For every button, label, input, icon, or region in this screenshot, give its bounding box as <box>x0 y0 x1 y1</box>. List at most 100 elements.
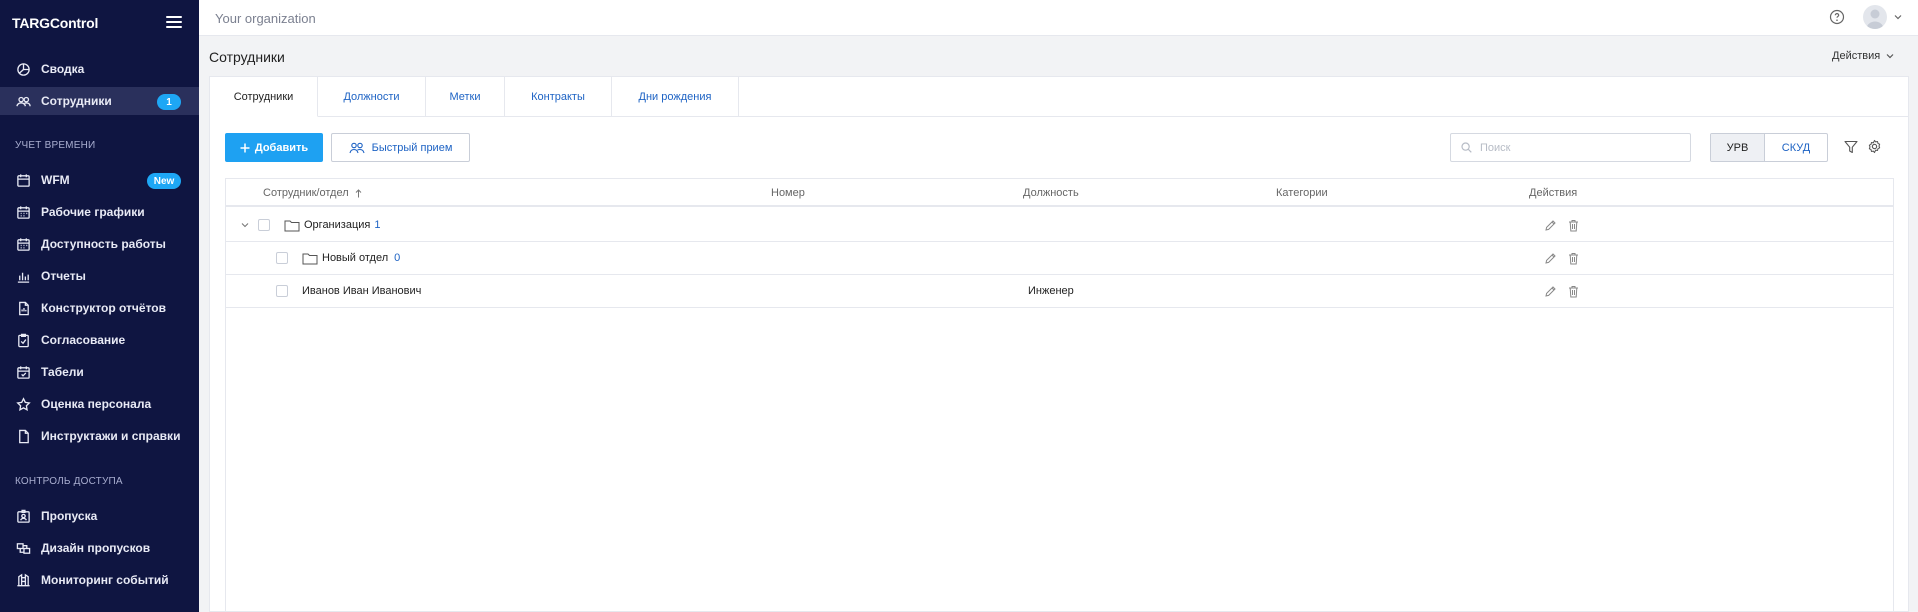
column-header-actions: Действия <box>1529 187 1578 199</box>
calendar-icon <box>15 172 31 188</box>
quick-hire-button[interactable]: Быстрый прием <box>331 133 470 162</box>
actions-dropdown[interactable]: Действия <box>1832 50 1894 62</box>
row-checkbox[interactable] <box>276 285 288 297</box>
sidebar-item-label: Мониторинг событий <box>41 573 169 587</box>
users-icon <box>15 93 31 109</box>
tab-birthdays[interactable]: Дни рождения <box>612 77 739 117</box>
section-label-time: УЧЕТ ВРЕМЕНИ <box>15 140 96 151</box>
calendar-grid-icon <box>15 236 31 252</box>
user-avatar[interactable] <box>1863 5 1887 29</box>
search-box[interactable] <box>1450 133 1691 162</box>
sidebar-item-label: Рабочие графики <box>41 205 145 219</box>
search-input[interactable] <box>1480 141 1680 154</box>
row-name-text: Новый отдел <box>322 252 389 264</box>
row-name-text: Организация <box>304 219 371 231</box>
top-bar: Your organization <box>199 0 1918 36</box>
sidebar-item-event-monitoring[interactable]: Мониторинг событий <box>0 566 199 594</box>
sidebar-item-label: Отчеты <box>41 269 86 283</box>
row-count: 0 <box>394 252 401 264</box>
filter-icon[interactable] <box>1844 140 1858 154</box>
sidebar-item-briefings[interactable]: Инструктажи и справки <box>0 422 199 450</box>
sidebar-item-svodka[interactable]: Сводка <box>0 55 199 83</box>
sidebar-item-label: Оценка персонала <box>41 397 152 411</box>
add-button-label: Добавить <box>254 141 309 154</box>
table-row[interactable]: Новый отдел 0 <box>226 242 1893 275</box>
chevron-down-icon[interactable] <box>241 221 249 229</box>
tab-tags[interactable]: Метки <box>426 77 505 117</box>
sidebar-item-label: Сводка <box>41 62 85 76</box>
mode-skud-button[interactable]: СКУД <box>1765 134 1827 161</box>
tabs-bar: Сотрудники Должности Метки Контракты Дни… <box>210 77 1908 117</box>
sidebar-item-pass-design[interactable]: Дизайн пропусков <box>0 534 199 562</box>
employees-count-badge: 1 <box>157 94 181 110</box>
content-card: Сотрудники Должности Метки Контракты Дни… <box>209 76 1909 612</box>
plus-icon <box>240 143 250 152</box>
sidebar-item-work-schedules[interactable]: Рабочие графики <box>0 198 199 226</box>
page-title: Сотрудники <box>209 49 285 65</box>
row-position: Инженер <box>1028 285 1074 297</box>
gear-icon[interactable] <box>1867 139 1882 154</box>
badge-design-icon <box>15 540 31 556</box>
badge-icon <box>15 508 31 524</box>
bar-chart-icon <box>15 268 31 284</box>
row-name[interactable]: Иванов Иван Иванович <box>302 285 421 297</box>
delete-icon[interactable] <box>1567 285 1580 298</box>
dashboard-icon <box>15 61 31 77</box>
sidebar-item-evaluation[interactable]: Оценка персонала <box>0 390 199 418</box>
tab-positions[interactable]: Должности <box>318 77 426 117</box>
table-row[interactable]: Организация 1 <box>226 209 1893 242</box>
sidebar-item-label: Табели <box>41 365 84 379</box>
sidebar-item-reports[interactable]: Отчеты <box>0 262 199 290</box>
sidebar-item-employees[interactable]: Сотрудники 1 <box>0 87 199 115</box>
monitoring-icon <box>15 572 31 588</box>
mode-urv-button[interactable]: УРВ <box>1711 134 1765 161</box>
edit-icon[interactable] <box>1544 285 1557 298</box>
column-header-number: Номер <box>771 187 805 199</box>
sidebar: TARGControl Сводка Сотрудники 1 УЧЕТ ВРЕ… <box>0 0 199 612</box>
table-header: Сотрудник/отдел Номер Должность Категори… <box>226 179 1893 207</box>
sidebar-item-label: Дизайн пропусков <box>41 541 151 555</box>
search-icon <box>1461 142 1472 153</box>
menu-toggle-icon[interactable] <box>166 16 182 30</box>
tab-employees[interactable]: Сотрудники <box>210 77 318 117</box>
row-checkbox[interactable] <box>258 219 270 231</box>
row-checkbox[interactable] <box>276 252 288 264</box>
chevron-down-icon <box>1886 54 1894 59</box>
report-builder-icon <box>15 300 31 316</box>
quick-hire-label: Быстрый прием <box>371 141 453 154</box>
tab-contracts[interactable]: Контракты <box>505 77 612 117</box>
sidebar-item-work-availability[interactable]: Доступность работы <box>0 230 199 258</box>
document-icon <box>15 428 31 444</box>
employees-table: Сотрудник/отдел Номер Должность Категори… <box>225 178 1894 612</box>
column-header-categories: Категории <box>1276 187 1328 199</box>
sidebar-item-report-builder[interactable]: Конструктор отчётов <box>0 294 199 322</box>
delete-icon[interactable] <box>1567 252 1580 265</box>
edit-icon[interactable] <box>1544 219 1557 232</box>
section-label-access: КОНТРОЛЬ ДОСТУПА <box>15 476 123 487</box>
sidebar-item-label: Инструктажи и справки <box>41 429 181 443</box>
column-header-employee[interactable]: Сотрудник/отдел <box>263 187 362 199</box>
add-button[interactable]: Добавить <box>225 133 323 162</box>
sidebar-item-passes[interactable]: Пропуска <box>0 502 199 530</box>
actions-dropdown-label: Действия <box>1832 50 1881 62</box>
sidebar-item-label: Доступность работы <box>41 237 166 251</box>
row-name: Новый отдел 0 <box>322 252 400 264</box>
star-icon <box>15 396 31 412</box>
edit-icon[interactable] <box>1544 252 1557 265</box>
folder-icon <box>284 220 300 232</box>
delete-icon[interactable] <box>1567 219 1580 232</box>
sidebar-item-timesheets[interactable]: Табели <box>0 358 199 386</box>
organization-name[interactable]: Your organization <box>215 11 316 26</box>
users-icon <box>349 142 365 153</box>
sidebar-item-label: Пропуска <box>41 509 98 523</box>
new-badge: New <box>147 173 181 189</box>
chevron-down-icon[interactable] <box>1894 13 1902 21</box>
table-row[interactable]: Иванов Иван Иванович Инженер <box>226 275 1893 308</box>
sidebar-item-label: Конструктор отчётов <box>41 301 166 315</box>
mode-switch: УРВ СКУД <box>1710 133 1828 162</box>
sidebar-item-wfm[interactable]: WFM New <box>0 166 199 194</box>
help-icon[interactable] <box>1829 9 1845 25</box>
sidebar-item-label: WFM <box>41 173 70 187</box>
sidebar-item-approval[interactable]: Согласование <box>0 326 199 354</box>
brand-logo: TARGControl <box>12 15 99 31</box>
